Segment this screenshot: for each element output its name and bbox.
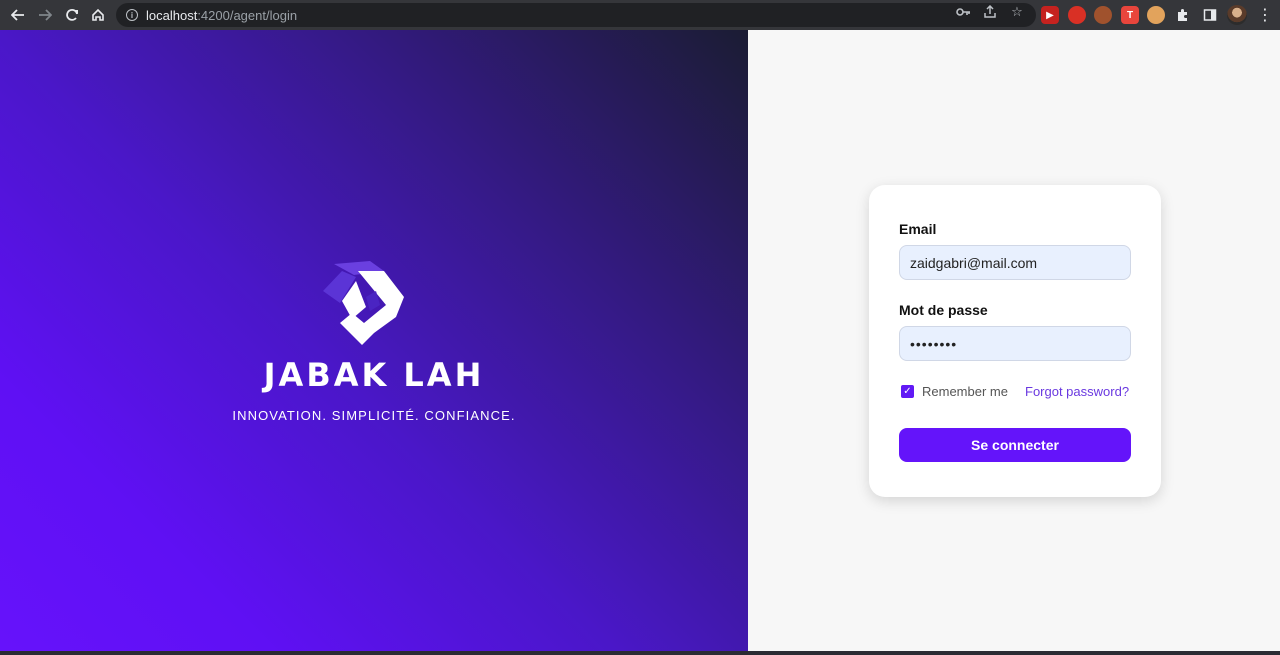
bookmark-star-icon[interactable]: ☆	[1009, 4, 1025, 20]
login-button[interactable]: Se connecter	[899, 428, 1131, 462]
extension-red-t-icon[interactable]: T	[1121, 6, 1139, 24]
url-path: :4200/agent/login	[197, 7, 298, 23]
site-info-icon[interactable]: i	[126, 9, 138, 21]
remember-me-option[interactable]: ✓ Remember me	[901, 384, 1008, 399]
address-bar[interactable]: i localhost:4200/agent/login	[116, 3, 1036, 27]
extension-red-circle-icon[interactable]	[1068, 6, 1086, 24]
brand-panel: JABAK LAH INNOVATION. SIMPLICITÉ. CONFIA…	[0, 30, 748, 651]
remember-me-label: Remember me	[922, 384, 1008, 399]
brand-tagline: INNOVATION. SIMPLICITÉ. CONFIANCE.	[232, 408, 516, 423]
home-icon[interactable]	[85, 2, 111, 28]
extensions-puzzle-icon[interactable]	[1174, 6, 1192, 24]
login-page: JABAK LAH INNOVATION. SIMPLICITÉ. CONFIA…	[0, 30, 1280, 651]
browser-toolbar: i localhost:4200/agent/login ☆ ▶ T ⋮	[0, 0, 1280, 30]
brand-name: JABAK LAH	[263, 356, 485, 394]
side-panel-icon[interactable]	[1201, 6, 1219, 24]
forgot-password-link[interactable]: Forgot password?	[1025, 384, 1129, 399]
reload-icon[interactable]	[59, 2, 85, 28]
jabak-lah-logo-icon	[323, 261, 404, 345]
url-host: localhost	[146, 7, 198, 23]
login-card: Email zaidgabri@mail.com Mot de passe ••…	[869, 185, 1161, 497]
share-icon[interactable]	[982, 4, 998, 20]
forward-icon[interactable]	[32, 2, 58, 28]
email-field[interactable]: zaidgabri@mail.com	[899, 245, 1131, 280]
profile-avatar[interactable]	[1227, 5, 1247, 25]
remember-me-checkbox[interactable]: ✓	[901, 385, 914, 398]
key-icon[interactable]	[955, 4, 971, 20]
password-field[interactable]: ••••••••	[899, 326, 1131, 361]
extension-cookie-icon[interactable]	[1094, 6, 1112, 24]
password-label: Mot de passe	[899, 302, 988, 318]
bottom-edge	[0, 651, 1280, 655]
back-icon[interactable]	[5, 2, 31, 28]
extension-cookie-2-icon[interactable]	[1147, 6, 1165, 24]
browser-menu-icon[interactable]: ⋮	[1255, 4, 1275, 26]
email-label: Email	[899, 221, 937, 237]
extension-red-play-icon[interactable]: ▶	[1041, 6, 1059, 24]
